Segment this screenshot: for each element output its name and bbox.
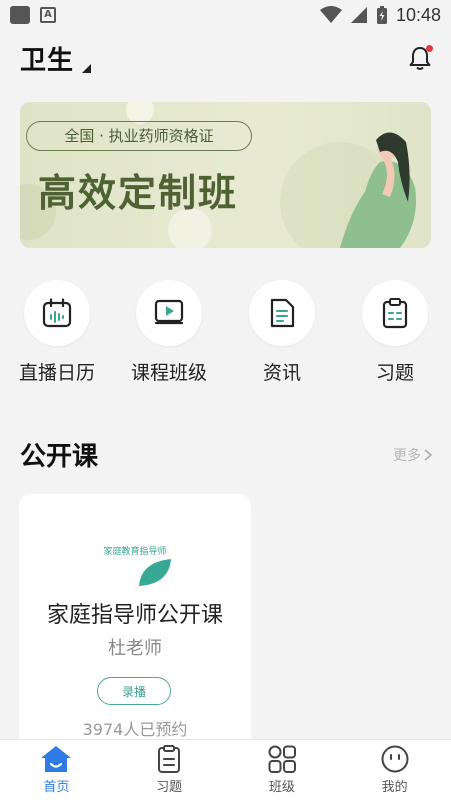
- promo-banner[interactable]: 全国 · 执业药师资格证 高效定制班: [20, 102, 431, 248]
- course-card[interactable]: 家庭教育指导师 家庭指导师公开课 杜老师 录播 3974人已预约: [19, 494, 251, 754]
- tab-class[interactable]: 班级: [226, 740, 339, 800]
- chevron-right-icon: [424, 448, 433, 461]
- banner-pill: 全国 · 执业药师资格证: [26, 121, 252, 151]
- quick-entry-label: 课程班级: [130, 362, 207, 384]
- bottom-tabbar: 首页 习题 班级 我的: [0, 739, 451, 800]
- section-title: 公开课: [20, 442, 99, 472]
- more-link[interactable]: 更多: [393, 445, 433, 465]
- course-title: 家庭指导师公开课: [46, 603, 223, 628]
- course-teacher: 杜老师: [108, 638, 162, 659]
- public-course-header: 公开课 更多: [20, 436, 433, 473]
- more-label: 更多: [393, 447, 421, 464]
- notification-dot: [426, 45, 433, 52]
- app-square-icon: [10, 6, 30, 24]
- tab-home[interactable]: 首页: [0, 740, 113, 800]
- quick-entry-news[interactable]: 资讯: [237, 280, 327, 385]
- wifi-icon: [319, 6, 342, 23]
- signal-icon: [350, 7, 367, 23]
- exercise-icon: [158, 745, 181, 773]
- leaf-icon: [139, 559, 171, 586]
- status-bar: A 10:48: [0, 0, 451, 30]
- top-header: 卫生: [20, 38, 435, 78]
- quick-entry-label: 资讯: [262, 362, 301, 384]
- tab-label: 我的: [381, 780, 408, 795]
- quick-entry-course-class[interactable]: 课程班级: [124, 280, 214, 385]
- tab-label: 首页: [43, 780, 70, 795]
- status-time: 10:48: [395, 4, 441, 25]
- clipboard-icon: [382, 298, 408, 329]
- course-play-icon: [154, 299, 184, 325]
- profile-icon: [381, 745, 409, 773]
- tab-label: 习题: [156, 780, 183, 795]
- quick-entry-live-calendar[interactable]: 直播日历: [12, 280, 102, 385]
- quick-entry-exercises[interactable]: 习题: [350, 280, 440, 385]
- quick-entry-grid: 直播日历 课程班级 资讯 习题: [0, 280, 451, 390]
- a-icon: A: [40, 7, 56, 23]
- quick-entry-label: 直播日历: [18, 362, 95, 384]
- quick-entry-label: 习题: [375, 362, 414, 384]
- tab-mine[interactable]: 我的: [338, 740, 451, 800]
- replay-button[interactable]: 录播: [97, 677, 171, 705]
- city-label: 卫生: [20, 45, 75, 76]
- calendar-icon: [42, 298, 72, 328]
- tab-label: 班级: [268, 780, 295, 795]
- banner-title: 高效定制班: [38, 171, 239, 215]
- notification-button[interactable]: [405, 43, 435, 73]
- document-icon: [270, 298, 295, 328]
- caret-down-icon: [82, 63, 92, 73]
- battery-icon: [376, 6, 387, 24]
- reservation-count: 3974人已预约: [82, 720, 188, 739]
- class-grid-icon: [268, 745, 296, 773]
- city-selector[interactable]: 卫生: [20, 40, 92, 77]
- home-icon: [41, 746, 72, 772]
- tab-exercises[interactable]: 习题: [113, 740, 226, 800]
